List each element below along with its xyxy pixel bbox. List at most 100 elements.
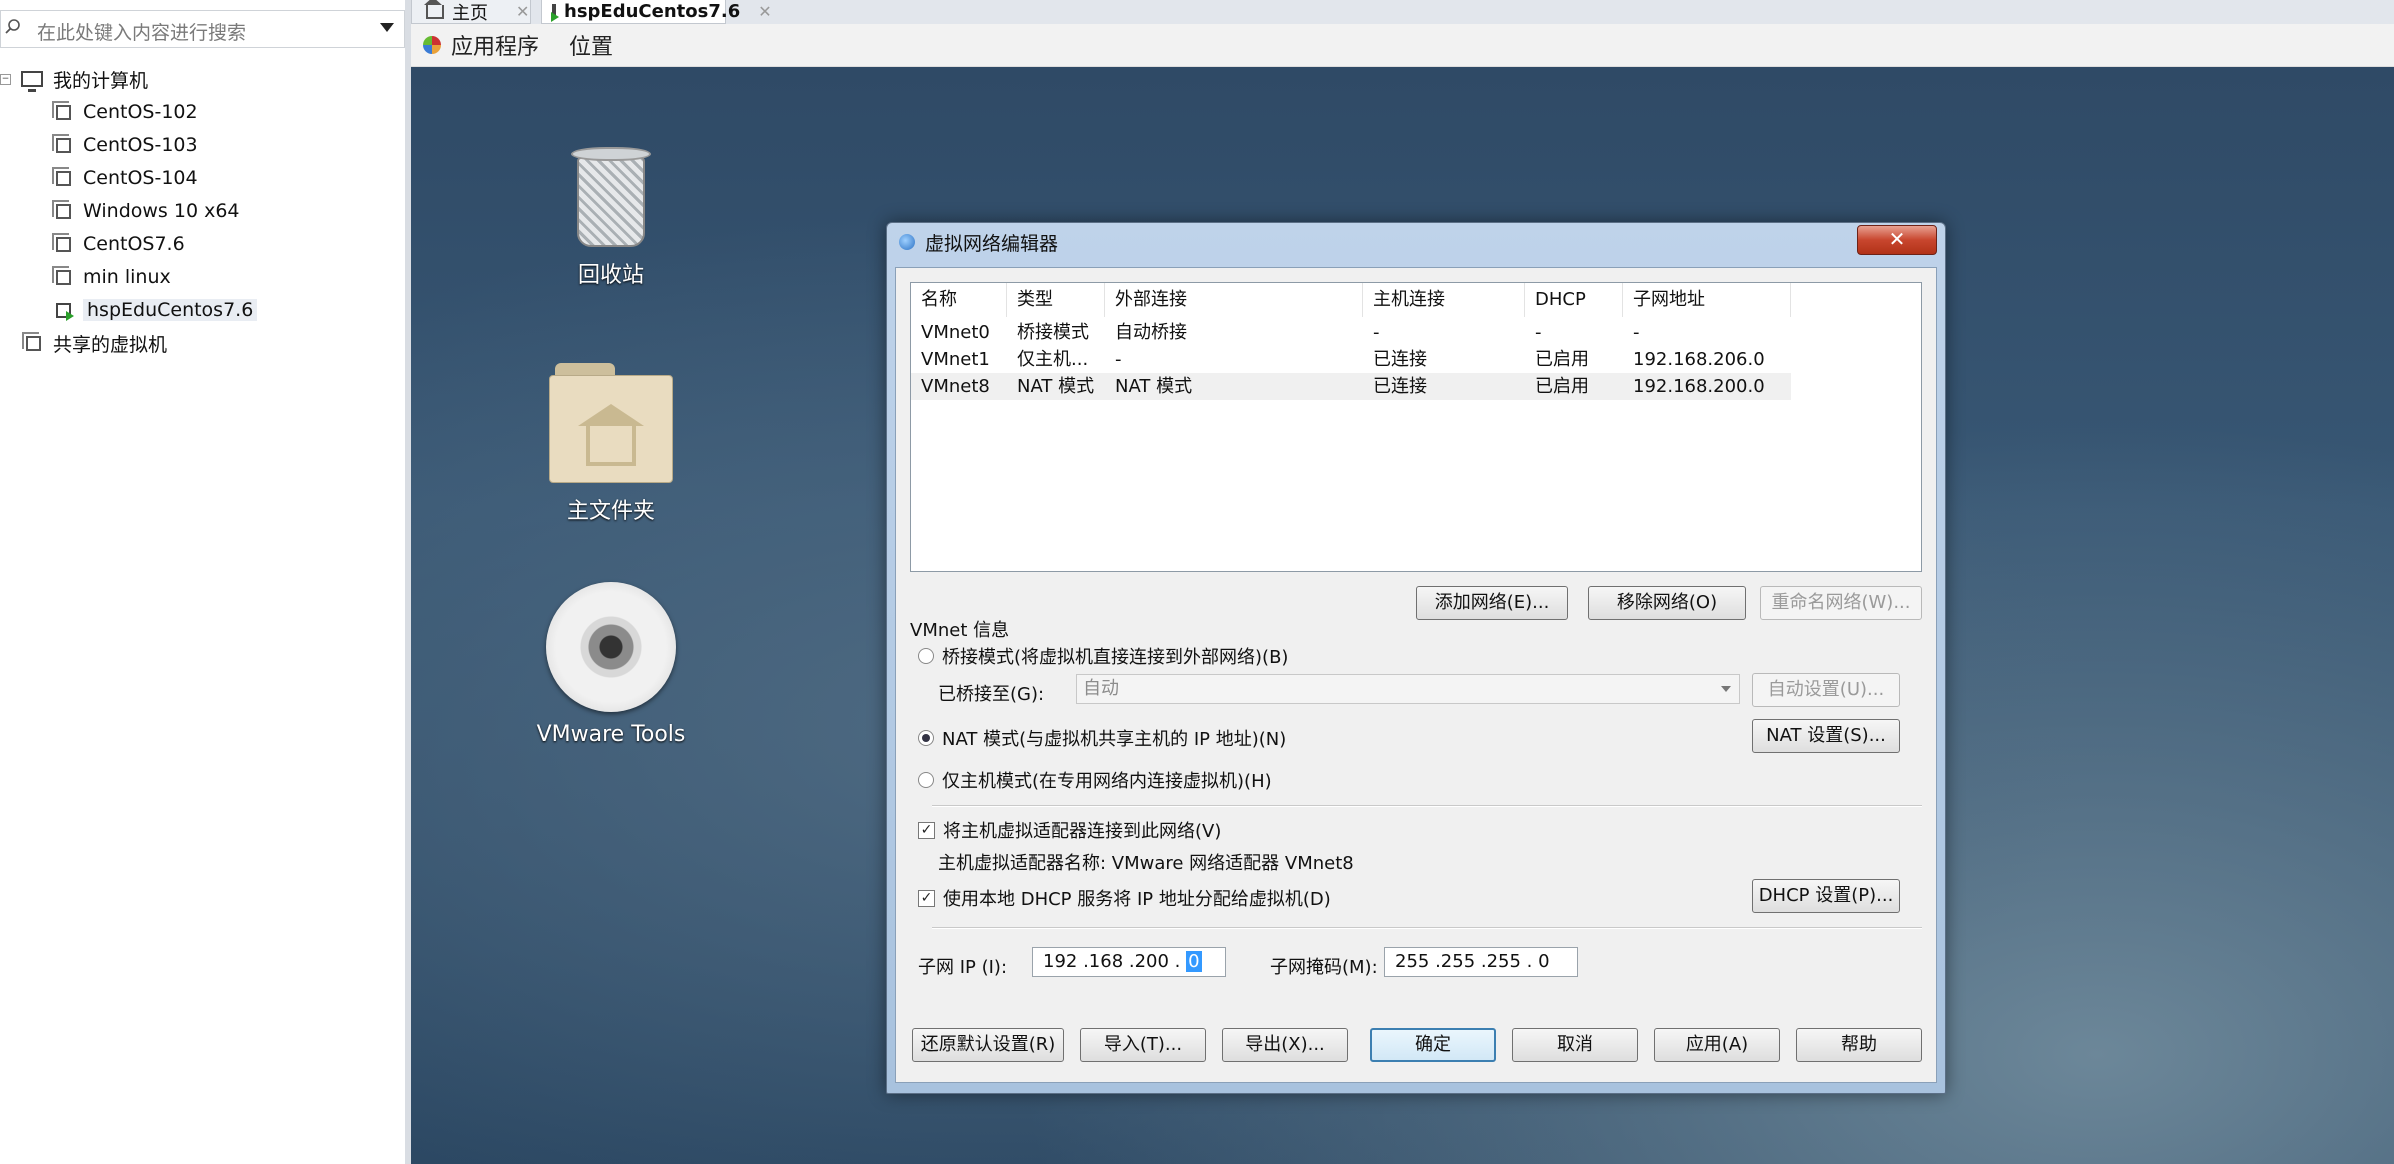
cell: 已连接 — [1373, 376, 1427, 397]
cell: VMnet1 — [921, 349, 990, 370]
ok-button[interactable]: 确定 — [1370, 1028, 1496, 1062]
tree-label: 我的计算机 — [53, 69, 149, 92]
bridge-mode-radio[interactable]: 桥接模式(将虚拟机直接连接到外部网络)(B) — [918, 643, 1288, 669]
running-vm-icon — [551, 4, 559, 22]
collapse-icon[interactable]: − — [0, 73, 11, 85]
checkbox-label: 将主机虚拟适配器连接到此网络(V) — [943, 821, 1222, 842]
separator — [932, 805, 1922, 807]
apply-button[interactable]: 应用(A) — [1654, 1028, 1780, 1062]
adapter-name-text: 主机虚拟适配器名称: VMware 网络适配器 VMnet8 — [938, 853, 1354, 874]
column-header-name[interactable]: 名称 — [911, 283, 1007, 317]
desktop-icon-home-folder[interactable]: 主文件夹 — [521, 363, 701, 525]
auto-settings-button[interactable]: 自动设置(U)... — [1752, 673, 1900, 707]
radio-indicator — [918, 772, 934, 788]
subnet-mask-input[interactable]: 255 .255 .255 . 0 — [1384, 947, 1578, 977]
radio-label: 桥接模式(将虚拟机直接连接到外部网络)(B) — [942, 647, 1289, 668]
vm-icon — [52, 133, 71, 153]
vm-icon — [52, 265, 71, 285]
vm-icon — [52, 232, 71, 252]
host-only-radio[interactable]: 仅主机模式(在专用网络内连接虚拟机)(H) — [918, 767, 1272, 793]
vm-icon — [52, 100, 71, 120]
use-dhcp-checkbox[interactable]: ✓ 使用本地 DHCP 服务将 IP 地址分配给虚拟机(D) — [918, 885, 1331, 911]
cell: 桥接模式 — [1017, 322, 1089, 343]
tree-label: min linux — [83, 266, 171, 288]
vmnet-info-label: VMnet 信息 — [910, 620, 1010, 641]
computer-icon — [21, 71, 43, 92]
menu-applications[interactable]: 应用程序 — [451, 29, 539, 61]
tree-item-vm[interactable]: CentOS-102 — [52, 97, 198, 127]
cell: 已启用 — [1535, 349, 1589, 370]
subnet-ip-input[interactable]: 192 .168 .200 . 0 — [1032, 947, 1226, 977]
tree-label: 共享的虚拟机 — [53, 333, 168, 356]
tree-label: CentOS7.6 — [83, 233, 185, 255]
library-search[interactable]: 在此处键入内容进行搜索 — [0, 10, 405, 48]
import-button[interactable]: 导入(T)... — [1080, 1028, 1206, 1062]
network-row[interactable]: VMnet1 仅主机... - 已连接 已启用 192.168.206.0 — [911, 346, 1791, 373]
add-network-button[interactable]: 添加网络(E)... — [1416, 586, 1568, 620]
search-dropdown-icon[interactable] — [380, 23, 394, 32]
desktop-icon-label: 回收站 — [577, 263, 644, 288]
tree-label: CentOS-103 — [83, 134, 198, 156]
radio-indicator — [918, 648, 934, 664]
restore-defaults-button[interactable]: 还原默认设置(R) — [912, 1028, 1064, 1062]
bridged-to-label: 已桥接至(G): — [938, 684, 1045, 705]
tree-item-vm-selected[interactable]: hspEduCentos7.6 — [56, 295, 258, 325]
dhcp-settings-button[interactable]: DHCP 设置(P)... — [1752, 879, 1900, 913]
dialog-title: 虚拟网络编辑器 — [925, 232, 1059, 255]
tree-item-my-computer[interactable]: − 我的计算机 — [0, 64, 148, 94]
tree-item-vm[interactable]: Windows 10 x64 — [52, 196, 240, 226]
cell: - — [1115, 349, 1122, 370]
ip-text: 192 .168 .200 . — [1043, 951, 1181, 972]
applications-icon — [423, 36, 441, 54]
cell: 已启用 — [1535, 376, 1589, 397]
radio-label: 仅主机模式(在专用网络内连接虚拟机)(H) — [942, 771, 1272, 792]
separator — [932, 927, 1922, 929]
tree-item-shared-vms[interactable]: 共享的虚拟机 — [22, 328, 168, 358]
vm-tab-bar: 主页 ✕ hspEduCentos7.6 ✕ — [411, 0, 2394, 24]
export-button[interactable]: 导出(X)... — [1222, 1028, 1348, 1062]
cd-icon — [546, 582, 676, 712]
tree-item-vm[interactable]: CentOS7.6 — [52, 229, 185, 259]
nat-mode-radio[interactable]: NAT 模式(与虚拟机共享主机的 IP 地址)(N) — [918, 725, 1286, 751]
tab-label: hspEduCentos7.6 — [564, 1, 741, 22]
checkbox-indicator: ✓ — [918, 889, 935, 907]
connect-adapter-checkbox[interactable]: ✓ 将主机虚拟适配器连接到此网络(V) — [918, 817, 1221, 843]
tab-vm[interactable]: hspEduCentos7.6 ✕ — [541, 0, 772, 24]
tab-home[interactable]: 主页 ✕ — [411, 0, 531, 24]
desktop-icon-trash[interactable]: 回收站 — [521, 147, 701, 289]
help-button[interactable]: 帮助 — [1796, 1028, 1922, 1062]
network-row-selected[interactable]: VMnet8 NAT 模式 NAT 模式 已连接 已启用 192.168.200… — [911, 373, 1791, 400]
shared-vm-icon — [22, 331, 41, 351]
bridged-to-select[interactable]: 自动 — [1076, 674, 1740, 704]
remove-network-button[interactable]: 移除网络(O) — [1588, 586, 1746, 620]
cell: 自动桥接 — [1115, 322, 1187, 343]
folder-icon — [549, 363, 673, 483]
column-header-type[interactable]: 类型 — [1007, 283, 1105, 317]
network-row[interactable]: VMnet0 桥接模式 自动桥接 - - - — [911, 319, 1791, 346]
close-button[interactable]: ✕ — [1857, 225, 1937, 255]
nat-settings-button[interactable]: NAT 设置(S)... — [1752, 719, 1900, 753]
running-vm-icon — [56, 302, 74, 321]
menu-places[interactable]: 位置 — [569, 29, 613, 61]
rename-network-button[interactable]: 重命名网络(W)... — [1760, 586, 1922, 620]
close-tab-icon[interactable]: ✕ — [516, 2, 529, 21]
close-tab-icon[interactable]: ✕ — [758, 2, 771, 21]
tree-item-vm[interactable]: CentOS-103 — [52, 130, 198, 160]
dialog-client-area: 名称 类型 外部连接 主机连接 DHCP 子网地址 VMnet0 桥接模式 自动… — [895, 267, 1937, 1083]
column-header-subnet[interactable]: 子网地址 — [1623, 283, 1791, 317]
column-header-external[interactable]: 外部连接 — [1105, 283, 1363, 317]
cell: - — [1535, 322, 1542, 343]
column-header-dhcp[interactable]: DHCP — [1525, 283, 1623, 317]
checkbox-indicator: ✓ — [918, 821, 935, 839]
cancel-button[interactable]: 取消 — [1512, 1028, 1638, 1062]
network-list[interactable]: 名称 类型 外部连接 主机连接 DHCP 子网地址 VMnet0 桥接模式 自动… — [910, 282, 1922, 572]
tree-item-vm[interactable]: CentOS-104 — [52, 163, 198, 193]
tree-item-vm[interactable]: min linux — [52, 262, 171, 292]
cell: NAT 模式 — [1017, 376, 1095, 397]
desktop-icon-vmware-tools[interactable]: VMware Tools — [521, 582, 701, 747]
tree-label: CentOS-104 — [83, 167, 198, 189]
subnet-mask-label: 子网掩码(M): — [1270, 957, 1378, 978]
network-globe-icon — [899, 234, 915, 250]
dialog-titlebar[interactable]: 虚拟网络编辑器 ✕ — [887, 223, 1945, 261]
column-header-host[interactable]: 主机连接 — [1363, 283, 1525, 317]
